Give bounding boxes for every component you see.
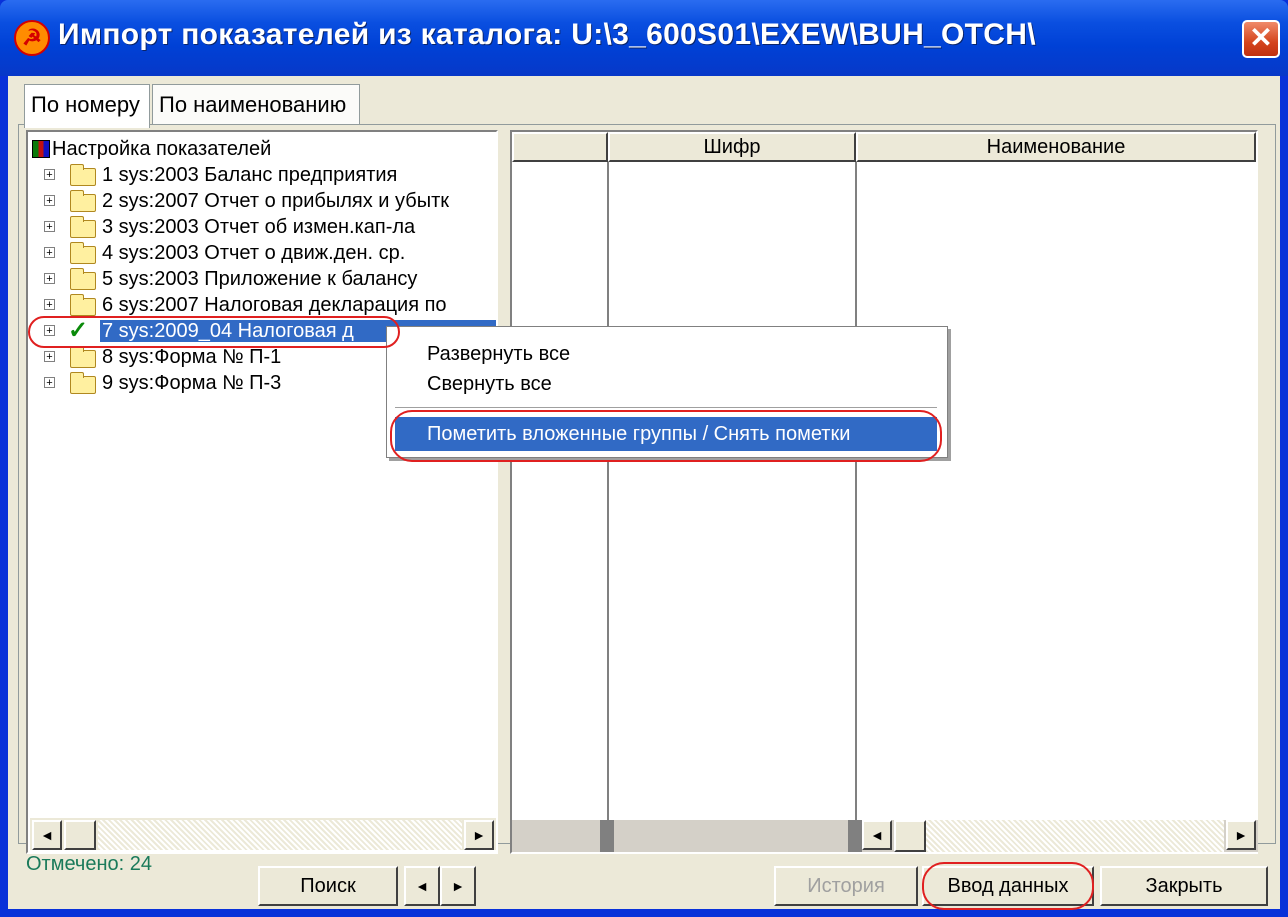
grid-header-blank[interactable] [512, 132, 608, 162]
expand-icon[interactable]: + [44, 247, 55, 259]
tree-horizontal-scrollbar[interactable]: ◄ ► [30, 818, 496, 850]
folder-icon [70, 190, 96, 212]
tree-item[interactable]: + 2 sys:2007 Отчет о прибылях и убытк [36, 190, 496, 212]
expand-icon[interactable]: + [44, 221, 55, 233]
tree-item[interactable]: + 6 sys:2007 Налоговая декларация по [36, 294, 496, 316]
tree-item-label: 4 sys:2003 Отчет о движ.ден. ср. [102, 242, 406, 264]
column-scroll-marker [848, 820, 862, 852]
tree-item-label: 5 sys:2003 Приложение к балансу [102, 268, 418, 290]
scroll-track[interactable] [926, 820, 1224, 852]
menu-separator [395, 407, 937, 411]
close-button[interactable]: Закрыть [1100, 866, 1268, 906]
indicator-tree[interactable]: Настройка показателей + 1 sys:2003 Балан… [26, 130, 498, 854]
column-divider [855, 162, 857, 852]
expand-icon[interactable]: + [44, 377, 55, 389]
folder-icon [70, 294, 96, 316]
tree-item-label: 2 sys:2007 Отчет о прибылях и убытк [102, 190, 449, 212]
menu-item-collapse-all[interactable]: Свернуть все [395, 367, 937, 401]
scroll-left-icon[interactable]: ◄ [32, 820, 62, 850]
close-window-button[interactable]: ✕ [1242, 20, 1280, 58]
scroll-right-icon[interactable]: ► [1226, 820, 1256, 850]
search-button[interactable]: Поиск [258, 866, 398, 906]
folder-icon [70, 164, 96, 186]
previous-icon[interactable]: ◄ [404, 866, 440, 906]
history-button[interactable]: История [774, 866, 918, 906]
expand-icon[interactable]: + [44, 299, 55, 311]
app-icon: ☭ [14, 20, 50, 56]
scroll-thumb[interactable] [64, 820, 96, 850]
tree-item[interactable]: + 3 sys:2003 Отчет об измен.кап-ла [36, 216, 496, 238]
tree-item-label: 3 sys:2003 Отчет об измен.кап-ла [102, 216, 416, 238]
expand-icon[interactable]: + [44, 273, 55, 285]
folder-icon [70, 268, 96, 290]
tree-item-label: 1 sys:2003 Баланс предприятия [102, 164, 398, 186]
marked-count-status: Отмечено: 24 [26, 853, 152, 875]
input-data-button[interactable]: Ввод данных [922, 866, 1094, 906]
grid-header-code[interactable]: Шифр [608, 132, 856, 162]
grid-horizontal-scrollbar[interactable]: ◄ ► [512, 820, 1258, 852]
folder-icon [70, 346, 96, 368]
window-title: Импорт показателей из каталога: U:\3_600… [58, 18, 1036, 51]
scroll-thumb[interactable] [894, 820, 926, 852]
scroll-track[interactable] [98, 820, 462, 850]
tree-item[interactable]: + 1 sys:2003 Баланс предприятия [36, 164, 496, 186]
expand-icon[interactable]: + [44, 351, 55, 363]
tree-item-label: 8 sys:Форма № П-1 [102, 346, 282, 368]
tree-item[interactable]: + 4 sys:2003 Отчет о движ.ден. ср. [36, 242, 496, 264]
import-dialog-window: ☭ Импорт показателей из каталога: U:\3_6… [0, 0, 1288, 917]
title-bar[interactable]: ☭ Импорт показателей из каталога: U:\3_6… [0, 0, 1288, 76]
checkmark-icon: ✓ [68, 317, 89, 344]
expand-icon[interactable]: + [44, 325, 55, 337]
tree-item[interactable]: + 5 sys:2003 Приложение к балансу [36, 268, 496, 290]
tab-by-name[interactable]: По наименованию [152, 84, 360, 124]
tree-item-label: 6 sys:2007 Налоговая декларация по [102, 294, 447, 316]
tree-item-label: 9 sys:Форма № П-3 [102, 372, 282, 394]
scroll-right-icon[interactable]: ► [464, 820, 494, 850]
column-scroll-marker [600, 820, 614, 852]
tree-root-label: Настройка показателей [52, 138, 272, 160]
menu-item-mark-nested-groups[interactable]: Пометить вложенные группы / Снять пометк… [395, 417, 937, 451]
menu-item-expand-all[interactable]: Развернуть все [395, 337, 937, 371]
grid-header-name[interactable]: Наименование [856, 132, 1256, 162]
folder-icon [70, 242, 96, 264]
scroll-left-icon[interactable]: ◄ [862, 820, 892, 850]
column-divider [607, 162, 609, 852]
tab-by-number[interactable]: По номеру [24, 84, 150, 128]
settings-icon [32, 140, 50, 158]
expand-icon[interactable]: + [44, 195, 55, 207]
next-icon[interactable]: ► [440, 866, 476, 906]
folder-icon [70, 372, 96, 394]
indicator-grid[interactable]: Шифр Наименование [510, 130, 1258, 854]
context-menu: Развернуть все Свернуть все Пометить вло… [386, 326, 948, 458]
expand-icon[interactable]: + [44, 169, 55, 181]
folder-icon [70, 216, 96, 238]
